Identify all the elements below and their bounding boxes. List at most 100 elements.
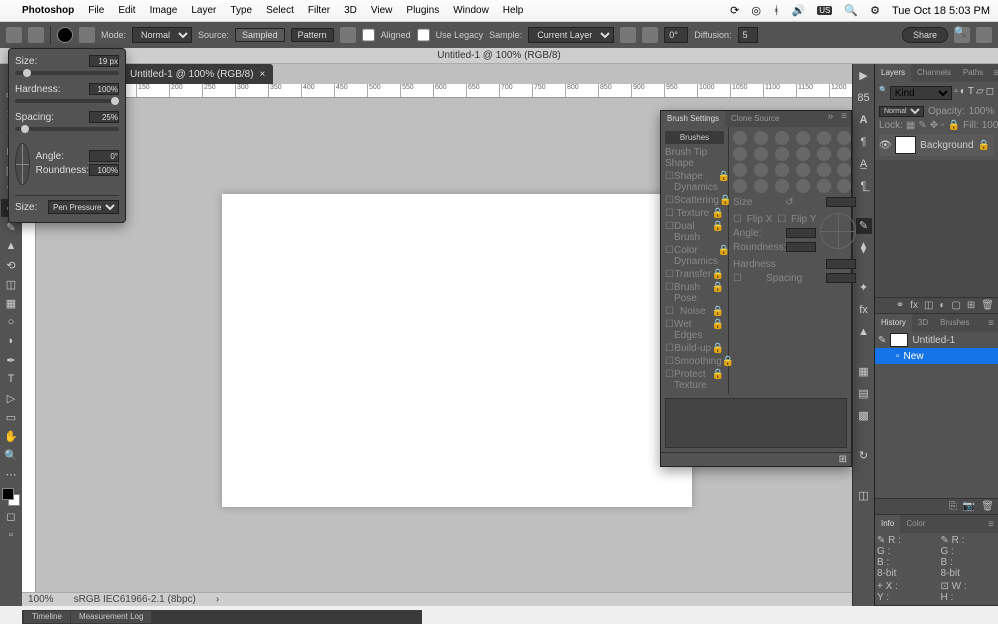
filter-shape-icon[interactable]: ▱ — [976, 86, 984, 103]
brush-angle-preview[interactable] — [15, 143, 30, 185]
tab-paths[interactable]: Paths — [957, 64, 989, 82]
lock-icon[interactable]: 🔒 — [978, 140, 990, 151]
size-control-select[interactable]: Pen Pressure — [48, 200, 119, 214]
bs-hardness-input[interactable] — [826, 259, 856, 269]
tool-shape[interactable]: ▭ — [1, 408, 21, 426]
tab-3d[interactable]: 3D — [912, 314, 934, 332]
libraries-icon[interactable]: ◫ — [856, 488, 872, 504]
volume-icon[interactable]: 🔊 — [792, 4, 806, 17]
opt-color-dyn[interactable]: ☐Color Dynamics🔒 — [661, 244, 728, 268]
tab-history[interactable]: History — [875, 314, 912, 332]
tool-pen[interactable]: ✒ — [1, 351, 21, 369]
opt-scattering[interactable]: ☐Scattering🔒 — [661, 194, 728, 207]
document-tab[interactable]: Untitled-1 @ 100% (RGB/8) × — [122, 64, 273, 84]
opt-tip-shape[interactable]: Brush Tip Shape — [661, 146, 728, 170]
menu-file[interactable]: File — [88, 5, 104, 16]
blend-mode[interactable]: Normal — [879, 106, 924, 117]
workspace-icon[interactable] — [976, 27, 992, 43]
collapse-icon[interactable]: » — [824, 111, 838, 127]
ruler-horizontal[interactable]: 0501001502002503003504004505005506006507… — [36, 84, 852, 98]
hardness-slider[interactable] — [15, 99, 119, 103]
layer-thumbnail[interactable] — [895, 136, 916, 154]
pressure-opacity-icon[interactable] — [642, 27, 658, 43]
tool-dodge[interactable]: ◗ — [1, 332, 21, 350]
new-layer-icon[interactable]: ⊞ — [967, 300, 975, 311]
panel-menu-icon[interactable]: ≡ — [837, 111, 851, 127]
clock[interactable]: Tue Oct 18 5:03 PM — [892, 5, 990, 17]
tab-color[interactable]: Color — [900, 515, 931, 533]
new-doc-from-state-icon[interactable]: ⎘ — [949, 501, 957, 512]
angle-control[interactable] — [820, 213, 856, 249]
fx-icon[interactable]: fx — [910, 300, 918, 311]
filter-type-icon[interactable]: T — [968, 86, 974, 103]
tab-info[interactable]: Info — [875, 515, 900, 533]
lock-move-icon[interactable]: ✥ — [930, 120, 938, 131]
tab-layers[interactable]: Layers — [875, 64, 911, 82]
play-icon[interactable]: ▶ — [856, 68, 872, 84]
legacy-checkbox[interactable] — [417, 27, 430, 43]
hardness-input[interactable] — [89, 83, 119, 95]
tool-zoom[interactable]: 🔍 — [1, 446, 21, 464]
panel-menu-icon[interactable]: ≡ — [989, 68, 998, 79]
trash-icon[interactable]: 🗑 — [981, 300, 994, 311]
menu-help[interactable]: Help — [503, 5, 524, 16]
brush-panel-icon[interactable] — [79, 27, 95, 43]
tool-hand[interactable]: ✋ — [1, 427, 21, 445]
history-state[interactable]: ▫ New — [875, 348, 998, 364]
menu-edit[interactable]: Edit — [118, 5, 135, 16]
spacing-slider[interactable] — [15, 127, 119, 131]
angle-input[interactable] — [664, 27, 688, 43]
close-icon[interactable]: × — [260, 69, 266, 80]
tab-brushes[interactable]: Brushes — [934, 314, 975, 332]
size-input[interactable] — [89, 55, 119, 67]
status-icon[interactable]: ◎ — [751, 4, 761, 17]
bs-angle-input[interactable] — [786, 228, 816, 238]
tab-measurement[interactable]: Measurement Log — [71, 611, 151, 623]
tool-path[interactable]: ▷ — [1, 389, 21, 407]
tab-channels[interactable]: Channels — [911, 64, 957, 82]
menu-view[interactable]: View — [371, 5, 393, 16]
menu-image[interactable]: Image — [150, 5, 178, 16]
mode-select[interactable]: Normal — [132, 27, 192, 43]
opt-dual[interactable]: ☐Dual Brush🔒 — [661, 220, 728, 244]
trash-icon[interactable]: 🗑 — [981, 501, 994, 512]
tool-eraser[interactable]: ◫ — [1, 275, 21, 293]
opt-transfer[interactable]: ☐Transfer🔒 — [661, 268, 728, 281]
color-swatches[interactable] — [2, 488, 20, 506]
brushes-button[interactable]: Brushes — [665, 131, 724, 144]
actions-icon[interactable]: ↻ — [856, 448, 872, 464]
tool-blur[interactable]: ○ — [1, 313, 21, 331]
search-icon[interactable]: 🔍 — [844, 4, 858, 17]
group-icon[interactable]: ▢ — [951, 300, 960, 311]
opt-buildup[interactable]: ☐Build-up🔒 — [661, 342, 728, 355]
brush-preview-icon[interactable] — [57, 27, 73, 43]
panel-menu-icon[interactable]: ≡ — [984, 318, 998, 329]
menu-select[interactable]: Select — [266, 5, 294, 16]
tool-stamp[interactable]: ▲ — [1, 237, 21, 255]
menu-layer[interactable]: Layer — [191, 5, 216, 16]
lock-pixels-icon[interactable]: ▦ — [906, 120, 915, 131]
tool-preset-icon[interactable] — [28, 27, 44, 43]
share-button[interactable]: Share — [902, 27, 948, 43]
ignore-adj-icon[interactable] — [620, 27, 636, 43]
menu-plugins[interactable]: Plugins — [406, 5, 439, 16]
character-icon[interactable]: A — [856, 112, 872, 128]
quickmask-icon[interactable]: ◻ — [1, 507, 21, 525]
layer-row[interactable]: 👁 Background 🔒 — [879, 134, 994, 156]
tab-brush-settings[interactable]: Brush Settings — [661, 111, 725, 127]
menu-3d[interactable]: 3D — [344, 5, 357, 16]
opt-pose[interactable]: ☐Brush Pose🔒 — [661, 281, 728, 305]
restore-icon[interactable]: ↺ — [785, 197, 793, 208]
source-sampled[interactable]: Sampled — [235, 28, 285, 42]
filter-pixel-icon[interactable]: ▫ — [954, 86, 958, 103]
app-name[interactable]: Photoshop — [22, 5, 74, 16]
opt-smoothing[interactable]: ☐Smoothing🔒 — [661, 355, 728, 368]
brush-tip-grid[interactable] — [733, 131, 856, 193]
opt-protect[interactable]: ☐Protect Texture🔒 — [661, 368, 728, 392]
tab-clone-source[interactable]: Clone Source — [725, 111, 785, 127]
diffusion-input[interactable] — [738, 27, 758, 43]
control-center-icon[interactable]: ⚙ — [870, 4, 880, 17]
tab-timeline[interactable]: Timeline — [24, 611, 70, 623]
mask-icon[interactable]: ◫ — [924, 300, 933, 311]
tool-edit-toolbar[interactable]: ⋯ — [1, 465, 21, 483]
